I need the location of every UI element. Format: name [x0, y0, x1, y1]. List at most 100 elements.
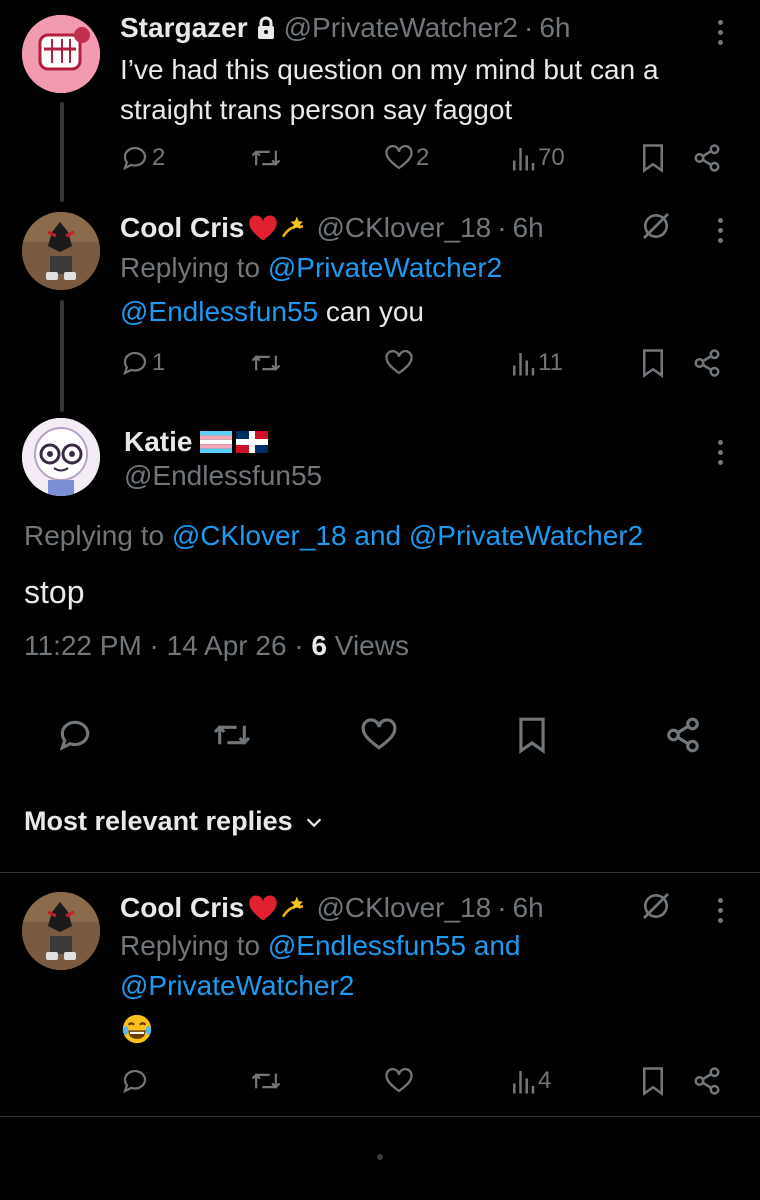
retweet-icon [251, 355, 281, 371]
main-reply-button[interactable] [56, 716, 94, 759]
tweet1-text: I’ve had this question on my mind but ca… [120, 54, 659, 125]
replying-to-link[interactable]: @PrivateWatcher2 [268, 252, 502, 283]
reply-icon [123, 1069, 147, 1094]
tweet2-like-button[interactable] [384, 348, 414, 378]
thread-line [60, 300, 64, 412]
bookmark-icon [643, 144, 663, 173]
reply-name[interactable]: Cool Cris [120, 892, 244, 924]
tweet2-views-button[interactable]: 11 [510, 348, 563, 378]
tweet1-time[interactable]: 6h [539, 12, 570, 44]
tweet2-bookmark-button[interactable] [640, 348, 666, 378]
tweet1-bookmark-button[interactable] [640, 143, 666, 173]
reply-more-icon[interactable] [718, 898, 726, 928]
reply-replying: Replying to @Endlessfun55 and @PrivateWa… [120, 926, 640, 1006]
tweet2-reply-button[interactable]: 1 [120, 348, 165, 378]
reply-reply-button[interactable] [120, 1066, 150, 1096]
share-icon [694, 1067, 720, 1095]
bookmark-icon [519, 717, 545, 754]
replying-prefix: Replying to [24, 520, 172, 551]
reply-handle[interactable]: @CKlover_18 [316, 892, 491, 924]
reply-time[interactable]: 6h [513, 892, 544, 924]
reply-retweet-button[interactable] [250, 1066, 282, 1096]
main-replying: Replying to @CKlover_18 and @PrivateWatc… [24, 516, 643, 556]
main-text: stop [24, 574, 85, 610]
reply-header: Cool Cris @CKlover_18 · 6h [120, 890, 544, 926]
tweet1-like-button[interactable]: 2 [384, 143, 429, 173]
heart-icon [361, 718, 397, 750]
main-header: Katie [124, 424, 269, 460]
divider [0, 1116, 760, 1117]
tweet2-text: @Endlessfun55 can you [120, 292, 424, 332]
main-timestamp: 11:22 PM · 14 Apr 26 · 6 Views [24, 626, 409, 666]
replying-to-link[interactable]: @PrivateWatcher2 [120, 970, 354, 1001]
dizzy-emoji [278, 214, 308, 242]
reply-icon [123, 146, 147, 171]
sort-replies-dropdown[interactable]: Most relevant replies [24, 806, 325, 837]
separator-dot: · [497, 892, 507, 923]
separator-dot: · [523, 12, 534, 43]
tweet2-name[interactable]: Cool Cris [120, 212, 244, 244]
tweet2-time[interactable]: 6h [513, 212, 544, 244]
lock-icon [256, 16, 276, 40]
replying-to-link[interactable]: @Endlessfun55 and [268, 930, 521, 961]
tweet1-name[interactable]: Stargazer [120, 12, 248, 44]
main-like-button[interactable] [360, 716, 398, 759]
tweet1-reply-button[interactable]: 2 [120, 143, 165, 173]
main-retweet-button[interactable] [212, 716, 252, 759]
tweet2-retweet-button[interactable] [250, 348, 282, 378]
grok-icon[interactable] [640, 210, 672, 247]
share-icon [694, 349, 720, 377]
thread-line [60, 102, 64, 202]
grok-icon[interactable] [640, 890, 672, 927]
reply-views-button[interactable]: 4 [510, 1066, 551, 1096]
separator-dot: · [497, 212, 507, 243]
tweet1-share-button[interactable] [692, 143, 722, 173]
avatar-stargazer[interactable] [22, 15, 100, 93]
dizzy-emoji [278, 894, 308, 922]
avatar-katie[interactable] [22, 418, 100, 496]
divider [0, 872, 760, 873]
reply-share-button[interactable] [692, 1066, 722, 1096]
tweet1-handle[interactable]: @PrivateWatcher2 [284, 12, 518, 44]
main-handle[interactable]: @Endlessfun55 [124, 460, 322, 492]
mention-link[interactable]: @Endlessfun55 [120, 296, 318, 327]
avatar-cool-cris[interactable] [22, 892, 100, 970]
timestamp-text[interactable]: 11:22 PM · 14 Apr 26 · [24, 630, 311, 661]
tweet1-like-count: 2 [416, 144, 430, 171]
reply-bookmark-button[interactable] [640, 1066, 666, 1096]
main-bookmark-button[interactable] [516, 716, 548, 759]
main-name[interactable]: Katie [124, 426, 192, 458]
sort-label: Most relevant replies [24, 806, 293, 836]
heart-icon [385, 1068, 413, 1093]
reply-icon [123, 351, 147, 376]
tweet1-retweet-button[interactable] [250, 143, 282, 173]
reply-like-button[interactable] [384, 1066, 414, 1096]
views-count: 6 [311, 630, 327, 661]
reply-view-count: 4 [538, 1067, 552, 1094]
replying-to-link[interactable]: @CKlover_18 and @PrivateWatcher2 [172, 520, 643, 551]
views-icon [513, 1071, 535, 1094]
reply-icon [59, 720, 90, 751]
heart-icon [385, 350, 413, 375]
replying-prefix: Replying to [120, 252, 268, 283]
bookmark-icon [643, 349, 663, 378]
main-more-icon[interactable] [718, 440, 726, 470]
main-share-button[interactable] [664, 716, 702, 759]
red-heart-emoji [248, 894, 278, 922]
tweet2-more-icon[interactable] [718, 218, 726, 248]
tears-of-joy-emoji [120, 1012, 154, 1051]
views-label: Views [327, 630, 409, 661]
tweet2-header: Cool Cris @CKlover_18 · 6h [120, 210, 544, 246]
tweet2-replying: Replying to @PrivateWatcher2 [120, 248, 502, 288]
tweet2-share-button[interactable] [692, 348, 722, 378]
tweet2-reply-count: 1 [152, 349, 166, 376]
red-heart-emoji [248, 214, 278, 242]
tweet2-handle[interactable]: @CKlover_18 [316, 212, 491, 244]
views-icon [513, 353, 535, 376]
avatar-cool-cris[interactable] [22, 212, 100, 290]
tweet2-view-count: 11 [538, 349, 563, 376]
share-icon [694, 144, 720, 172]
tweet1-reply-count: 2 [152, 144, 166, 171]
tweet1-views-button[interactable]: 70 [510, 143, 565, 173]
tweet1-more-icon[interactable] [718, 20, 726, 50]
